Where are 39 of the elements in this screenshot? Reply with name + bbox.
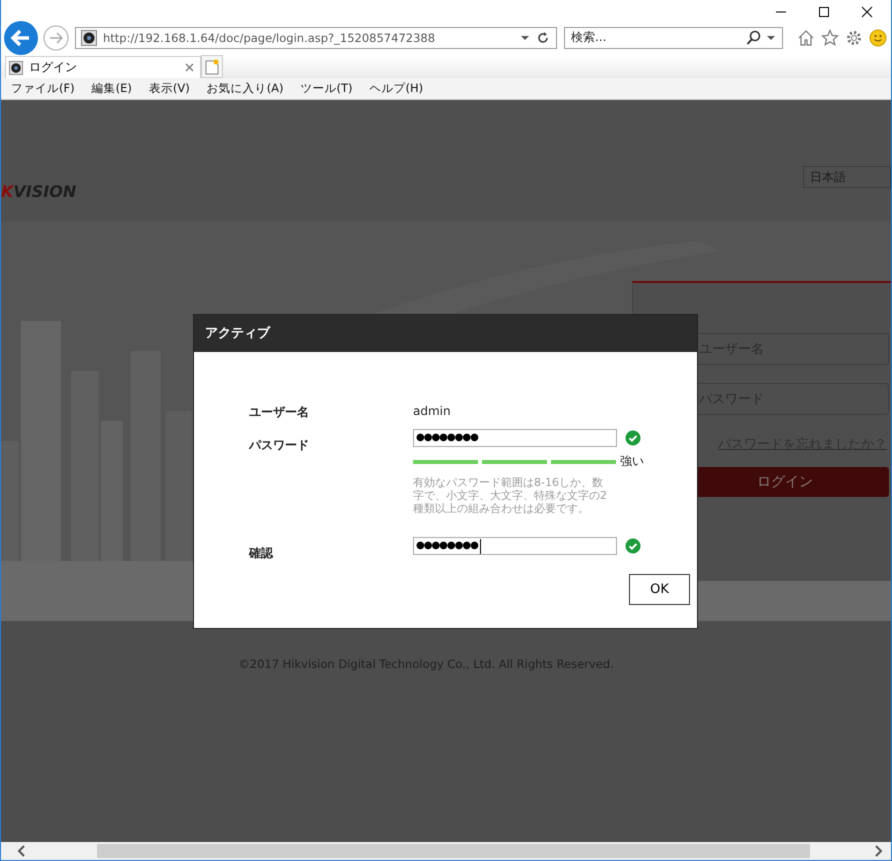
menu-item[interactable]: ヘルプ(H) [370,81,424,96]
camera-icon [81,30,97,46]
new-page-icon [205,58,219,74]
menu-item[interactable]: 編集(E) [92,81,132,96]
menu-item[interactable]: 表示(V) [148,81,190,96]
field-label: 確認 [249,545,274,562]
back-icon[interactable] [3,20,39,56]
field-label: ユーザー名 [249,404,310,421]
scrollbar-thumb[interactable] [97,844,810,858]
camera-icon [9,60,23,74]
password-field[interactable]: ●●●●●●●● [413,537,617,555]
menu-item[interactable]: ツール(T) [300,81,353,96]
browser-tab[interactable]: ログイン [5,56,201,78]
new-tab-button[interactable] [201,55,223,78]
home-icon[interactable] [797,28,815,46]
username-value: admin [413,404,451,418]
dropdown-icon[interactable] [520,34,530,42]
refresh-icon[interactable] [536,30,550,44]
address-bar[interactable]: http://192.168.1.64/doc/page/login.asp?_1520857472388 [75,26,557,48]
menu-item[interactable]: ファイル(F) [11,81,75,96]
menu-item[interactable]: お気に入り(A) [206,81,284,96]
scroll-right-icon[interactable] [873,845,883,857]
scroll-left-icon[interactable] [17,845,27,857]
smiley-icon[interactable] [869,28,887,46]
dialog-title: アクティブ [194,315,697,352]
search-field[interactable]: 検索... [564,26,783,48]
url-text: http://192.168.1.64/doc/page/login.asp?_1520857472388 [103,30,436,44]
password-hint: 有効なパスワード範囲は8-16しか、数字で、小文字、大文字、特殊な文字の2種類以上の組み合わせは必要です。 [413,476,608,515]
dropdown-icon[interactable] [766,34,776,42]
search-icon[interactable] [746,30,762,46]
ok-button[interactable]: OK [629,574,690,605]
star-icon[interactable] [821,28,839,46]
maximize-icon[interactable] [818,6,830,18]
close-icon[interactable] [861,6,873,18]
strength-label: 強い [620,453,644,470]
logo-text: KVISION [1,182,76,201]
settings-icon[interactable] [845,28,863,46]
password-field[interactable]: ●●●●●●●● [413,429,617,447]
field-label: パスワード [249,437,310,454]
